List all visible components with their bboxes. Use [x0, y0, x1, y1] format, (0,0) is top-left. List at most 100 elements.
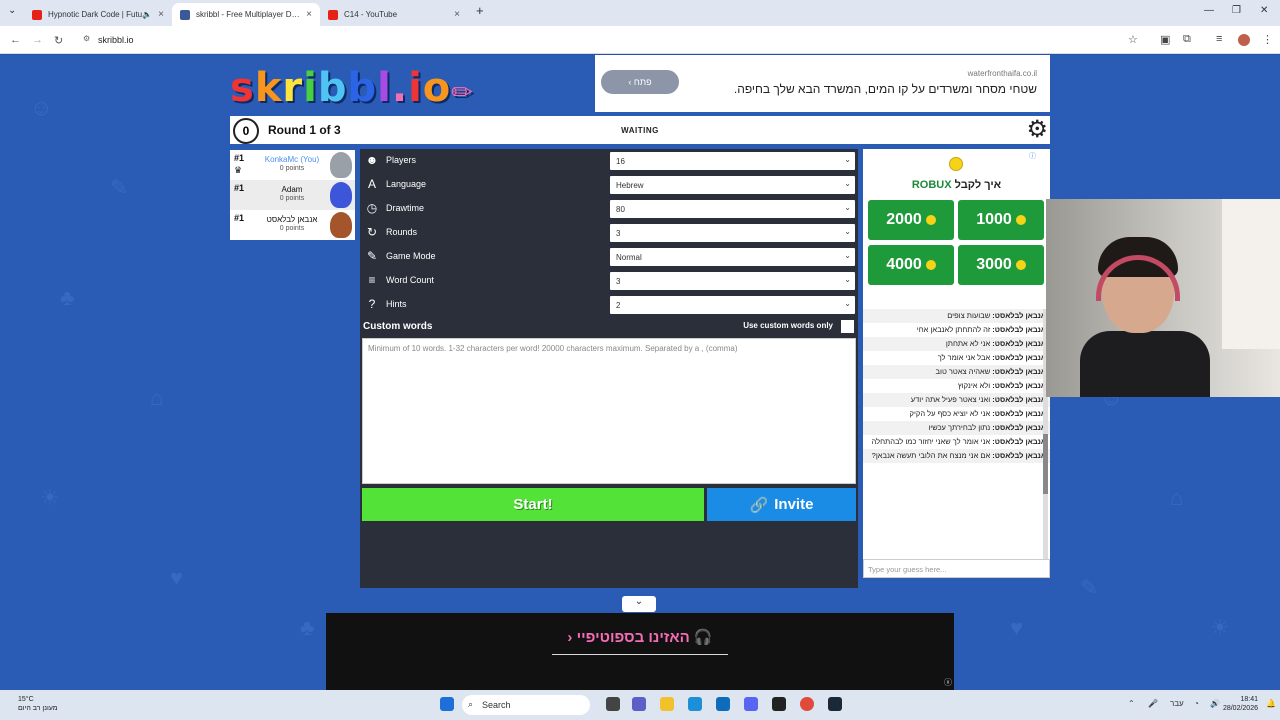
close-icon[interactable]: × — [158, 9, 164, 20]
wifi-icon[interactable]: ◔ — [1194, 699, 1199, 708]
player-points: 0 points — [279, 165, 305, 172]
language-indicator[interactable]: עבר — [1170, 699, 1184, 708]
close-icon[interactable]: × — [306, 9, 312, 20]
custom-words-only-checkbox[interactable] — [841, 320, 854, 333]
discord-icon[interactable] — [744, 697, 758, 711]
logo-letter: s — [230, 65, 255, 111]
bookmark-star-icon[interactable]: ☆ — [1128, 33, 1138, 46]
word-count-select[interactable]: 3 ⌄ — [610, 272, 855, 290]
window-close-icon[interactable]: ✕ — [1260, 5, 1268, 16]
close-icon[interactable]: × — [454, 9, 460, 20]
setting-language: A Language Hebrew ⌄ — [360, 173, 858, 197]
chat-message: אנבאן לבלאסט: ולא אינקוץ — [957, 381, 1046, 390]
profile-avatar[interactable] — [1238, 34, 1250, 46]
maximize-icon[interactable]: ❐ — [1232, 5, 1241, 16]
forward-icon[interactable]: → — [32, 34, 43, 46]
steam-icon[interactable] — [828, 697, 842, 711]
top-ad[interactable]: ‹ פתח waterfronthaifa.co.il שטחי מסחר ומ… — [595, 55, 1050, 112]
tab-youtube-1[interactable]: Hypnotic Dark Code | Futu 🔈 × — [24, 3, 172, 26]
robux-ad[interactable]: ⓘ ROBUX איך לקבל 2000 1000 4000 3000 — [863, 149, 1050, 307]
robux-amount-button[interactable]: 3000 — [958, 245, 1044, 285]
ad-open-button[interactable]: ‹ פתח — [601, 70, 679, 94]
coin-icon — [925, 215, 936, 225]
store-icon[interactable] — [716, 697, 730, 711]
skribbl-page: ☺ ✎ ♣ ⌂ ☀ ♥ ☺ ⌂ ✎ ☀ ♣ ♥ skribbl.io✏ ‹ פת… — [0, 55, 1280, 690]
chat-message: אנבאן לבלאסט: אבל אני אומר לך — [937, 353, 1046, 362]
guess-input[interactable]: Type your guess here... — [863, 559, 1050, 578]
word-count-icon: ≡ — [368, 273, 376, 287]
setting-drawtime: ◷ Drawtime 80 ⌄ — [360, 197, 858, 221]
setting-label: Hints — [386, 299, 407, 309]
invite-button[interactable]: 🔗 Invite — [707, 488, 856, 521]
taskbar-search[interactable]: ⌕ Search — [462, 695, 590, 715]
chat-message: אנבאן לבלאסט: שאהיה צאטר טוב — [863, 365, 1050, 379]
drawtime-select[interactable]: 80 ⌄ — [610, 200, 855, 218]
extensions-puzzle-icon[interactable]: ⧉ — [1183, 33, 1191, 46]
microphone-icon[interactable]: 🎤 — [1148, 699, 1158, 708]
tab-youtube-2[interactable]: C14 - YouTube × — [320, 3, 468, 26]
language-select[interactable]: Hebrew ⌄ — [610, 176, 855, 194]
player-rank: #1 — [234, 153, 245, 163]
player-row[interactable]: #1 ♛ KonkaMc (You) 0 points — [230, 150, 355, 180]
logo-letter: o — [422, 65, 452, 111]
chevron-down-icon: ⌄ — [844, 203, 851, 212]
weather-desc: מעונן רב היום — [18, 705, 58, 712]
game-mode-select[interactable]: Normal ⌄ — [610, 248, 855, 266]
player-row[interactable]: #1 Adam 0 points — [230, 180, 355, 210]
tray-chevron-icon[interactable]: ⌃ — [1128, 699, 1135, 708]
logo-letter: i — [303, 65, 318, 111]
player-row[interactable]: #1 אנבאן לבלאסט 0 points — [230, 210, 355, 240]
tab-skribbl[interactable]: skribbl - Free Multiplayer Draw × — [172, 3, 320, 26]
rounds-select[interactable]: 3 ⌄ — [610, 224, 855, 242]
windows-start-icon[interactable] — [440, 697, 454, 711]
chat-message: אנבאן לבלאסט: שבועות צופים — [863, 309, 1050, 323]
robux-amount-button[interactable]: 2000 — [868, 200, 954, 240]
game-mode-icon: ✎ — [366, 249, 378, 263]
robux-amount-button[interactable]: 4000 — [868, 245, 954, 285]
teams-icon[interactable] — [632, 697, 646, 711]
player-points: 0 points — [279, 225, 305, 232]
volume-icon[interactable]: 🔊 — [1210, 699, 1220, 708]
ad-info-icon[interactable]: ⓘ — [1029, 151, 1036, 161]
new-tab-icon[interactable]: + — [476, 3, 484, 18]
weather-widget[interactable]: 15°C מעונן רב היום — [18, 695, 58, 713]
notification-bell-icon[interactable]: 🔔 — [1266, 699, 1276, 708]
start-button[interactable]: Start! — [362, 488, 704, 521]
robux-amount-button[interactable]: 1000 — [958, 200, 1044, 240]
edge-icon[interactable] — [688, 697, 702, 711]
players-select[interactable]: 16 ⌄ — [610, 152, 855, 170]
coin-icon — [949, 157, 963, 171]
setting-label: Rounds — [386, 227, 418, 237]
chrome-icon[interactable] — [800, 697, 814, 711]
obs-icon[interactable] — [772, 697, 786, 711]
collapse-ad-button[interactable]: ⌄ — [622, 596, 656, 612]
reload-icon[interactable]: ↻ — [54, 34, 63, 47]
logo-letter: b — [347, 65, 378, 111]
clock-area[interactable]: 18:41 28/02/2026 — [1223, 695, 1258, 713]
audio-icon[interactable]: 🔈 — [142, 10, 152, 19]
robux-heading: ROBUX איך לקבל — [911, 179, 1002, 191]
chevron-down-icon: ⌄ — [634, 596, 644, 607]
custom-words-textarea[interactable]: Minimum of 10 words. 1-32 characters per… — [362, 338, 856, 484]
task-view-icon[interactable] — [606, 697, 620, 711]
tab-search-icon[interactable]: ⌄ — [8, 5, 16, 16]
back-icon[interactable]: ← — [10, 34, 21, 46]
ad-close-icon[interactable]: ⓧ — [944, 677, 952, 688]
menu-icon[interactable]: ⋮ — [1262, 33, 1273, 46]
chat-message: אנבאן לבלאסט: אני אומר לך שאני יחזור כמו… — [871, 437, 1046, 446]
setting-rounds: ↻ Rounds 3 ⌄ — [360, 221, 858, 245]
coin-icon — [925, 260, 936, 270]
extension-icon[interactable]: ▣ — [1160, 33, 1170, 46]
site-info-icon[interactable]: ⚙ — [83, 34, 90, 43]
player-name: Adam — [281, 185, 303, 194]
file-explorer-icon[interactable] — [660, 697, 674, 711]
youtube-icon — [328, 9, 338, 20]
hints-select[interactable]: 2 ⌄ — [610, 296, 855, 314]
banner-text: 🎧 האזינו בספוטיפיי ‹ — [567, 629, 713, 646]
media-controls-icon[interactable]: ≡ — [1216, 33, 1222, 45]
bottom-ad-banner[interactable]: 🎧 האזינו בספוטיפיי ‹ ⓧ — [326, 613, 954, 690]
settings-gear-icon[interactable]: ⚙ — [1026, 118, 1048, 142]
minimize-icon[interactable]: — — [1204, 5, 1214, 16]
address-bar[interactable]: ⚙ skribbl.io — [80, 31, 1120, 49]
taskbar-date: 28/02/2026 — [1222, 705, 1258, 712]
